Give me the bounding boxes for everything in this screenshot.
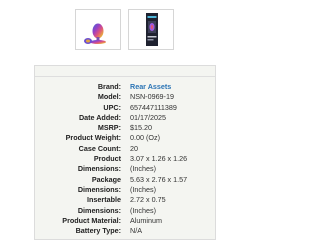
upc-label: UPC: [103,102,121,112]
product-details-card: Brand: Rear Assets Model: NSN-0969-19 UP… [34,65,216,240]
rainbow-plug-product-icon [84,23,106,44]
product-dimensions-label: Product [93,154,121,164]
insertable-dimensions-unit: (Inches) [130,205,156,215]
detail-row-date-added: Date Added: 01/17/2025 [35,113,215,123]
date-added-label: Date Added: [78,112,121,122]
detail-row-product-dimensions: Product 3.07 x 1.26 x 1.26 [35,154,215,164]
detail-row-insertable-dimensions-cont: Dimensions: (Inches) [35,206,215,216]
battery-value: N/A [130,226,142,236]
product-details-list: Brand: Rear Assets Model: NSN-0969-19 UP… [35,82,215,236]
detail-row-weight: Product Weight: 0.00 (Oz) [35,133,215,143]
weight-label: Product Weight: [65,133,121,143]
msrp-value: $15.20 [130,123,152,133]
package-dimensions-label-cont: Dimensions: [77,184,121,194]
model-label: Model: [97,92,121,102]
material-value: Aluminum [130,215,162,225]
msrp-label: MSRP: [97,123,121,133]
detail-row-material: Product Material: Aluminum [35,216,215,226]
brand-label: Brand: [97,82,121,91]
detail-row-product-dimensions-cont: Dimensions: (Inches) [35,164,215,174]
product-thumbnails [71,9,181,51]
insertable-dimensions-label: Insertable [87,195,121,205]
detail-row-insertable-dimensions: Insertable 2.72 x 0.75 [35,195,215,205]
model-value: NSN-0969-19 [130,92,174,102]
upc-value: 657447111389 [130,102,177,112]
card-divider [35,76,215,77]
case-count-value: 20 [130,143,138,153]
brand-link[interactable]: Rear Assets [128,82,215,92]
insertable-dimensions-value: 2.72 x 0.75 [130,195,166,205]
detail-row-msrp: MSRP: $15.20 [35,123,215,133]
battery-label: Battery Type: [75,226,121,236]
detail-row-package-dimensions: Package 5.63 x 2.76 x 1.57 [35,175,215,185]
weight-value: 0.00 (Oz) [130,133,160,143]
detail-row-brand: Brand: Rear Assets [35,82,215,92]
product-thumbnail-1[interactable] [75,9,121,50]
package-dimensions-unit: (Inches) [130,184,156,194]
date-added-value: 01/17/2025 [130,112,166,122]
insertable-dimensions-label-cont: Dimensions: [77,205,121,215]
package-dimensions-value: 5.63 x 2.76 x 1.57 [130,174,188,184]
package-dimensions-label: Package [91,174,121,184]
product-dimensions-unit: (Inches) [130,164,156,174]
case-count-label: Case Count: [78,143,121,153]
detail-row-upc: UPC: 657447111389 [35,103,215,113]
product-dimensions-value: 3.07 x 1.26 x 1.26 [130,154,188,164]
product-dimensions-label-cont: Dimensions: [77,164,121,174]
product-thumbnail-2[interactable] [128,9,174,50]
detail-row-package-dimensions-cont: Dimensions: (Inches) [35,185,215,195]
packaged-product-box-icon [146,13,158,46]
detail-row-battery: Battery Type: N/A [35,226,215,236]
detail-row-case-count: Case Count: 20 [35,144,215,154]
detail-row-model: Model: NSN-0969-19 [35,92,215,102]
material-label: Product Material: [62,215,121,225]
